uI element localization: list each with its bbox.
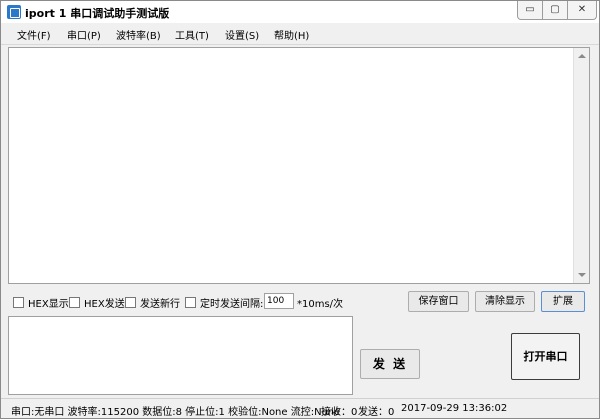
receive-display[interactable] [8,47,590,284]
open-port-button[interactable]: 打开串口 [511,333,580,380]
send-newline-label: 发送新行 [140,299,180,310]
hex-send-label: HEX发送 [84,299,125,310]
interval-unit-label: *10ms/次 [297,299,344,310]
save-window-button[interactable]: 保存窗口 [408,291,469,312]
close-button[interactable]: ✕ [567,1,597,20]
hex-send-option[interactable]: HEX发送 [69,295,125,310]
clear-display-button[interactable]: 清除显示 [475,291,535,312]
menu-baud[interactable]: 波特率(B) [116,27,161,42]
expand-button[interactable]: 扩展 [541,291,585,312]
maximize-button[interactable]: ▢ [542,1,568,20]
hex-display-label: HEX显示 [28,299,69,310]
timed-send-checkbox[interactable] [185,297,196,308]
status-sent-count: 发送：0 [358,407,395,418]
send-newline-option[interactable]: 发送新行 [125,295,180,310]
menu-file[interactable]: 文件(F) [17,27,51,42]
app-icon [7,5,21,19]
timed-send-label: 定时发送 [200,299,240,310]
interval-label: 间隔: [240,299,264,310]
menu-settings[interactable]: 设置(S) [225,27,259,42]
timed-send-option[interactable]: 定时发送 [185,295,240,310]
menu-tools[interactable]: 工具(T) [175,27,209,42]
window-title: iport 1 串口调试助手测试版 [25,7,170,20]
receive-scrollbar[interactable] [573,48,589,283]
menu-help[interactable]: 帮助(H) [274,27,309,42]
app-window: iport 1 串口调试助手测试版 ▭ ▢ ✕ 文件(F) 串口(P) 波特率(… [0,0,600,419]
send-input[interactable] [8,316,353,395]
status-port-info: 串口:无串口 波特率:115200 数据位:8 停止位:1 校验位:None 流… [11,407,341,418]
hex-send-checkbox[interactable] [69,297,80,308]
title-bar[interactable]: iport 1 串口调试助手测试版 ▭ ▢ ✕ [1,1,599,23]
status-bar: 串口:无串口 波特率:115200 数据位:8 停止位:1 校验位:None 流… [1,398,599,418]
interval-input[interactable]: 100 [264,293,294,309]
status-time: 2017-09-29 13:36:02 [401,403,508,414]
hex-display-checkbox[interactable] [13,297,24,308]
scroll-down-icon[interactable] [578,273,586,277]
send-button[interactable]: 发 送 [360,349,420,379]
menu-bar: 文件(F) 串口(P) 波特率(B) 工具(T) 设置(S) 帮助(H) [1,23,599,45]
hex-display-option[interactable]: HEX显示 [13,295,69,310]
minimize-button[interactable]: ▭ [517,1,543,20]
menu-port[interactable]: 串口(P) [67,27,101,42]
scroll-up-icon[interactable] [578,54,586,58]
status-receive-count: 接收：0 [321,407,358,418]
send-newline-checkbox[interactable] [125,297,136,308]
